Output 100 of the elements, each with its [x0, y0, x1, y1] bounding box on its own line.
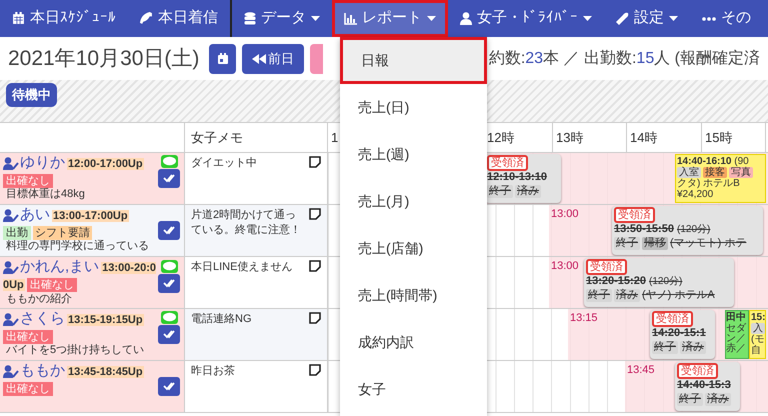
- check-button[interactable]: [158, 169, 180, 188]
- booking-tag: 入: [751, 323, 765, 334]
- booking-card[interactable]: 15: 入 (モ 自: [749, 310, 766, 359]
- booking-card[interactable]: 受領済 14:20-15:1 終子 済み: [650, 310, 715, 359]
- menu-item[interactable]: 成約内訳: [340, 319, 487, 366]
- person-pen-icon: [3, 312, 19, 326]
- column-header: 14時: [630, 128, 658, 147]
- double-check-icon: [162, 382, 176, 391]
- received-badge: 受領済: [487, 155, 528, 171]
- status-tag: 出確なし: [3, 382, 53, 396]
- booking-time: 12:10-13:10: [487, 171, 547, 183]
- received-badge: 受領済: [586, 259, 627, 275]
- menu-item[interactable]: 売上(日): [340, 84, 487, 131]
- menu-item[interactable]: 売上(時間帯): [340, 272, 487, 319]
- nav-tab[interactable]: データ: [232, 0, 332, 37]
- booking-tag: 接客: [703, 167, 727, 178]
- staff-note: 料理の専門学校に通っている: [5, 240, 150, 253]
- nav-tab[interactable]: 女子・ﾄﾞﾗｲﾊﾞｰ: [448, 0, 604, 37]
- check-button[interactable]: [158, 274, 180, 293]
- check-button[interactable]: [158, 221, 180, 240]
- column-header: 13時: [556, 128, 584, 147]
- note-icon[interactable]: [309, 208, 321, 220]
- date-title: 2021年10月30日(土): [8, 46, 200, 72]
- booking-location: (ヤノ) ホテルA: [642, 289, 715, 302]
- phone-icon: [140, 12, 153, 25]
- staff-note: バイトを5つ掛け持ちしてい: [5, 344, 146, 357]
- booking-duration: (90: [734, 156, 749, 167]
- shift-start-time: 13:45: [627, 363, 655, 378]
- shift-time: 13:45-18:45Up: [67, 366, 144, 378]
- staff-name[interactable]: ゆりか: [20, 155, 65, 171]
- status-tag: シフト要請: [33, 226, 92, 240]
- check-button[interactable]: [158, 325, 180, 344]
- calendar-icon: [216, 52, 229, 64]
- memo-text: 本日LINE使えません: [191, 260, 294, 275]
- previous-day-button[interactable]: 前日: [242, 44, 304, 74]
- double-check-icon: [162, 226, 176, 235]
- note-icon[interactable]: [309, 156, 321, 168]
- shift-time: 12:00-17:00Up: [67, 158, 144, 170]
- booking-detail: 自: [751, 345, 762, 356]
- booking-time: 田中: [726, 312, 746, 323]
- note-icon[interactable]: [309, 312, 321, 324]
- staff-name[interactable]: かれん,まい: [20, 259, 100, 275]
- nav-tab[interactable]: 本日ｽｹｼﾞｭｰﾙ: [0, 0, 128, 37]
- check-button[interactable]: [158, 377, 180, 396]
- staff-name[interactable]: あい: [20, 207, 50, 223]
- shift-time: 13:15-19:15Up: [67, 314, 144, 326]
- menu-item[interactable]: 売上(店舗): [340, 225, 487, 272]
- memo-text: 電話連絡NG: [191, 312, 252, 327]
- booking-time: 14:40-15:3: [677, 379, 731, 391]
- person-pen-icon: [3, 260, 19, 274]
- nav-tab[interactable]: 本日着信: [128, 0, 230, 37]
- status-tag: 出確なし: [3, 330, 53, 344]
- database-icon: [244, 12, 256, 25]
- booking-detail: ¥24,200: [677, 189, 714, 200]
- booking-tag: 済み: [705, 393, 731, 406]
- note-icon[interactable]: [309, 364, 321, 376]
- staff-note: 目標体重は48kg: [5, 188, 86, 201]
- person-icon: [460, 12, 472, 25]
- summary-text: 約数:23本 ／ 出勤数:15人 (報酬確定済: [488, 48, 760, 68]
- booking-tag: 済み: [515, 185, 541, 198]
- menu-item[interactable]: 売上(月): [340, 178, 487, 225]
- note-icon[interactable]: [309, 260, 321, 272]
- memo-text: 昨日お茶: [191, 364, 236, 379]
- staff-note: ももかの紹介: [5, 293, 73, 306]
- booking-tag: 終子: [652, 341, 678, 354]
- booking-tag: 終子: [487, 185, 513, 198]
- booking-tag: 入室: [677, 167, 701, 178]
- double-left-arrow-icon: [252, 54, 266, 64]
- nav-tab[interactable]: その: [690, 0, 763, 37]
- staff-name[interactable]: ももか: [20, 363, 65, 379]
- received-badge: 受領済: [614, 207, 655, 223]
- booking-time: 13:50-15:50: [614, 223, 674, 235]
- booking-tag: 済み: [614, 289, 640, 302]
- calendar-button[interactable]: [209, 44, 236, 74]
- person-pen-icon: [3, 208, 19, 222]
- menu-item[interactable]: 女子: [340, 366, 487, 413]
- staff-name[interactable]: さくら: [20, 311, 65, 327]
- booking-card[interactable]: 受領済 14:40-15:3 終子 済み: [675, 362, 740, 411]
- shift-start-time: 13:00: [551, 207, 579, 222]
- person-pen-icon: [3, 156, 19, 170]
- waiting-badge[interactable]: 待機中: [6, 83, 57, 106]
- menu-item[interactable]: 日報: [340, 37, 487, 84]
- memo-text: ダイエット中: [191, 156, 258, 171]
- menu-item[interactable]: 売上(週): [340, 131, 487, 178]
- double-check-icon: [162, 279, 176, 288]
- booking-time: 14:20-15:1: [652, 327, 706, 339]
- booking-card[interactable]: 14:40-16:10 (90 入室 接客 写真 クタ) ホテルB ¥24,200: [675, 154, 766, 203]
- more-icon: [702, 16, 716, 20]
- driver-card[interactable]: 田中 セダン／赤／: [725, 310, 749, 359]
- booking-card[interactable]: 受領済 12:10-13:10 終子 済み: [485, 154, 561, 203]
- received-badge: 受領済: [677, 363, 718, 379]
- nav-tab[interactable]: 設定: [604, 0, 690, 37]
- nav-tab[interactable]: レポート: [332, 0, 448, 37]
- booking-card[interactable]: 受領済 13:50-15:50 (120分) 終子 帰移 (マッモト) ホテ: [612, 206, 763, 255]
- booking-card[interactable]: 受領済 13:20-15:20 (120分) 終子 済み (ヤノ) ホテルA: [584, 258, 734, 307]
- booking-time: 13:20-15:20: [586, 275, 646, 287]
- column-header: 12時: [487, 128, 514, 147]
- shift-start-time: 13:15: [570, 311, 598, 326]
- column-header: 1: [331, 128, 338, 147]
- booking-duration: (120分): [677, 224, 710, 235]
